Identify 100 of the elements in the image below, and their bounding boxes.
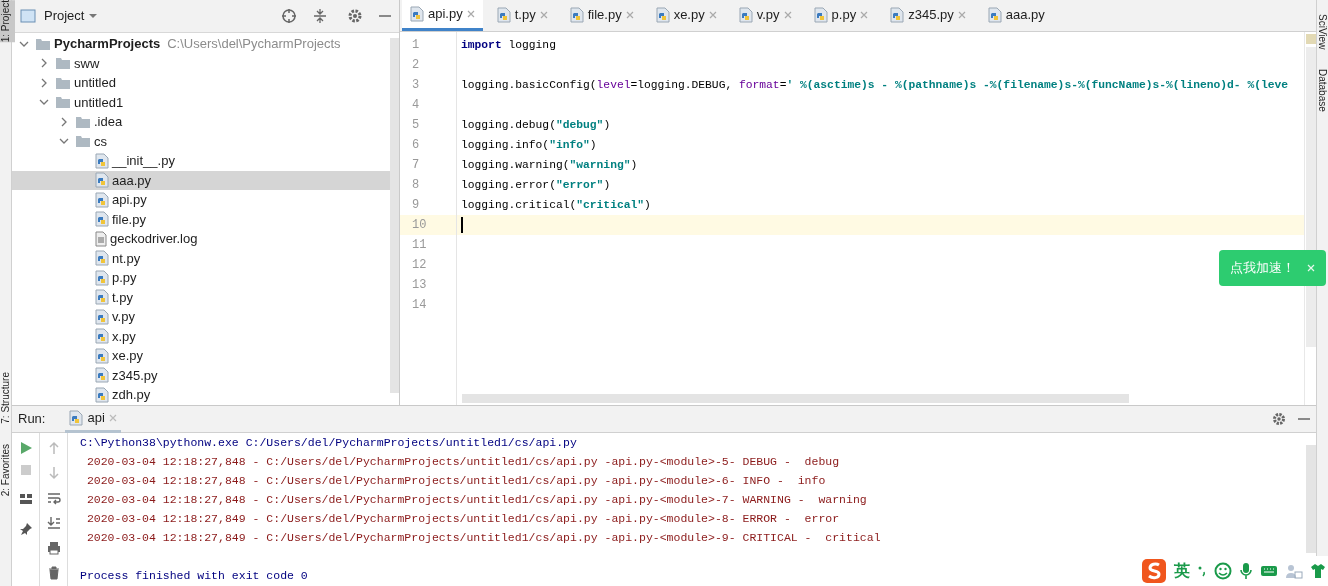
folder-icon xyxy=(55,95,71,110)
crosshair-icon xyxy=(281,8,297,24)
tree-item[interactable]: untitled xyxy=(12,73,390,93)
close-icon xyxy=(860,11,869,19)
tree-item[interactable]: file.py xyxy=(12,209,390,229)
python-file-icon xyxy=(410,5,424,22)
editor-tab[interactable]: xe.py xyxy=(647,0,725,31)
inspection-status-indicator xyxy=(1306,34,1316,44)
close-icon xyxy=(625,11,634,19)
tree-item[interactable]: x.py xyxy=(12,326,390,346)
console-line: 2020-03-04 12:18:27,849 - C:/Users/del/PycharmProjects/untitled1/cs/api.py -api.py-<module>-8- ERROR - error xyxy=(85,511,840,527)
tool-window-button[interactable]: 1: Project xyxy=(0,0,15,43)
close-icon xyxy=(1307,264,1315,272)
folder-icon xyxy=(55,75,71,90)
notification-toast: 点我加速！ xyxy=(1219,250,1326,286)
python-file-icon xyxy=(95,172,109,189)
editor-tab[interactable]: t.py xyxy=(488,0,556,31)
editor-tab[interactable]: api.py xyxy=(402,0,483,31)
python-file-icon xyxy=(813,7,828,23)
code-line: logging.warning("warning") xyxy=(461,158,638,173)
text-caret xyxy=(461,217,463,233)
python-file-icon xyxy=(890,7,905,23)
tool-window-button[interactable]: 2: Favorites xyxy=(0,443,15,497)
line-number: 3 xyxy=(411,77,421,94)
keyboard-icon xyxy=(1260,564,1278,578)
tree-item[interactable]: geckodriver.log xyxy=(12,229,390,249)
panel-title[interactable]: Project xyxy=(44,6,85,26)
tool-window-button[interactable]: Database xyxy=(1317,69,1328,113)
tool-window-button[interactable]: SciView xyxy=(1317,14,1328,50)
python-file-icon xyxy=(95,328,109,345)
tree-item[interactable]: __init__.py xyxy=(12,151,390,171)
code-line: import logging xyxy=(461,38,556,53)
line-number: 13 xyxy=(411,277,428,294)
editor-tab[interactable]: v.py xyxy=(730,0,800,31)
dropdown-icon xyxy=(88,13,99,19)
line-number: 4 xyxy=(411,97,421,114)
stop-icon xyxy=(19,464,32,476)
shirt-icon xyxy=(1310,563,1326,579)
console-line: C:\Python38\pythonw.exe C:/Users/del/PycharmProjects/untitled1/cs/api.py xyxy=(80,435,577,451)
close-icon xyxy=(539,11,548,19)
run-tab[interactable]: api xyxy=(65,405,121,433)
line-number: 5 xyxy=(411,117,421,134)
python-file-icon xyxy=(655,7,670,23)
scrollbar[interactable] xyxy=(462,394,1129,403)
settings-icon xyxy=(347,8,363,24)
tree-item[interactable]: cs xyxy=(12,131,390,151)
settings-icon xyxy=(1272,412,1286,426)
tree-item[interactable]: aaa.py xyxy=(12,170,390,190)
close-icon xyxy=(708,11,717,19)
tree-item[interactable]: zdh.py xyxy=(12,385,390,405)
close-icon xyxy=(957,11,966,19)
folder-path: C:\Users\del\PycharmProjects xyxy=(167,35,341,53)
printer-icon xyxy=(46,541,61,555)
python-file-icon xyxy=(95,308,109,325)
editor-tab[interactable]: z345.py xyxy=(882,0,974,31)
line-number: 14 xyxy=(411,297,428,314)
tree-item[interactable]: xe.py xyxy=(12,346,390,366)
line-number: 9 xyxy=(411,197,421,214)
console-line: 2020-03-04 12:18:27,848 - C:/Users/del/PycharmProjects/untitled1/cs/api.py -api.py-<module>-7- WARNING - warning xyxy=(85,492,867,508)
python-file-icon xyxy=(496,7,511,23)
tree-item[interactable]: v.py xyxy=(12,307,390,327)
trash-icon xyxy=(47,566,60,580)
tool-window-button[interactable]: 7: Structure xyxy=(0,372,15,424)
python-file-icon xyxy=(95,191,109,208)
line-number: 8 xyxy=(411,177,421,194)
pin-icon xyxy=(18,522,33,536)
tree-item[interactable]: p.py xyxy=(12,268,390,288)
tree-item[interactable]: PycharmProjects C:\Users\del\PycharmProjects xyxy=(12,34,390,54)
editor-tab[interactable]: p.py xyxy=(805,0,877,31)
scrollbar[interactable] xyxy=(390,38,399,393)
close-icon xyxy=(108,413,117,422)
tree-item[interactable]: z345.py xyxy=(12,365,390,385)
python-file-icon xyxy=(95,347,109,364)
folder-icon xyxy=(75,114,91,129)
python-file-icon xyxy=(95,386,109,403)
editor-tab[interactable]: aaa.py xyxy=(979,0,1053,31)
collapse-icon xyxy=(313,8,327,24)
python-file-icon xyxy=(95,152,109,169)
code-line: logging.error("error") xyxy=(461,178,611,193)
tree-item[interactable]: sww xyxy=(12,53,390,73)
line-number: 11 xyxy=(411,237,428,254)
tree-item[interactable]: .idea xyxy=(12,112,390,132)
arrow-down-icon xyxy=(47,466,60,480)
tree-item[interactable]: t.py xyxy=(12,287,390,307)
python-file-icon xyxy=(569,7,584,23)
tree-item[interactable]: api.py xyxy=(12,190,390,210)
line-number: 6 xyxy=(411,137,421,154)
code-line: logging.info("info") xyxy=(461,138,597,153)
tree-item[interactable]: untitled1 xyxy=(12,92,390,112)
scroll-to-end-icon xyxy=(46,516,61,530)
microphone-icon xyxy=(1239,562,1253,580)
python-file-icon xyxy=(95,289,109,306)
input-language-toggle[interactable]: 英 xyxy=(1174,559,1190,583)
line-number: 7 xyxy=(411,157,421,174)
editor-tab[interactable]: file.py xyxy=(561,0,642,31)
tree-item[interactable]: nt.py xyxy=(12,248,390,268)
code-line: logging.debug("debug") xyxy=(461,118,611,133)
close-icon xyxy=(783,11,792,19)
scrollbar[interactable] xyxy=(1306,445,1316,553)
punctuation-icon xyxy=(1197,564,1207,578)
